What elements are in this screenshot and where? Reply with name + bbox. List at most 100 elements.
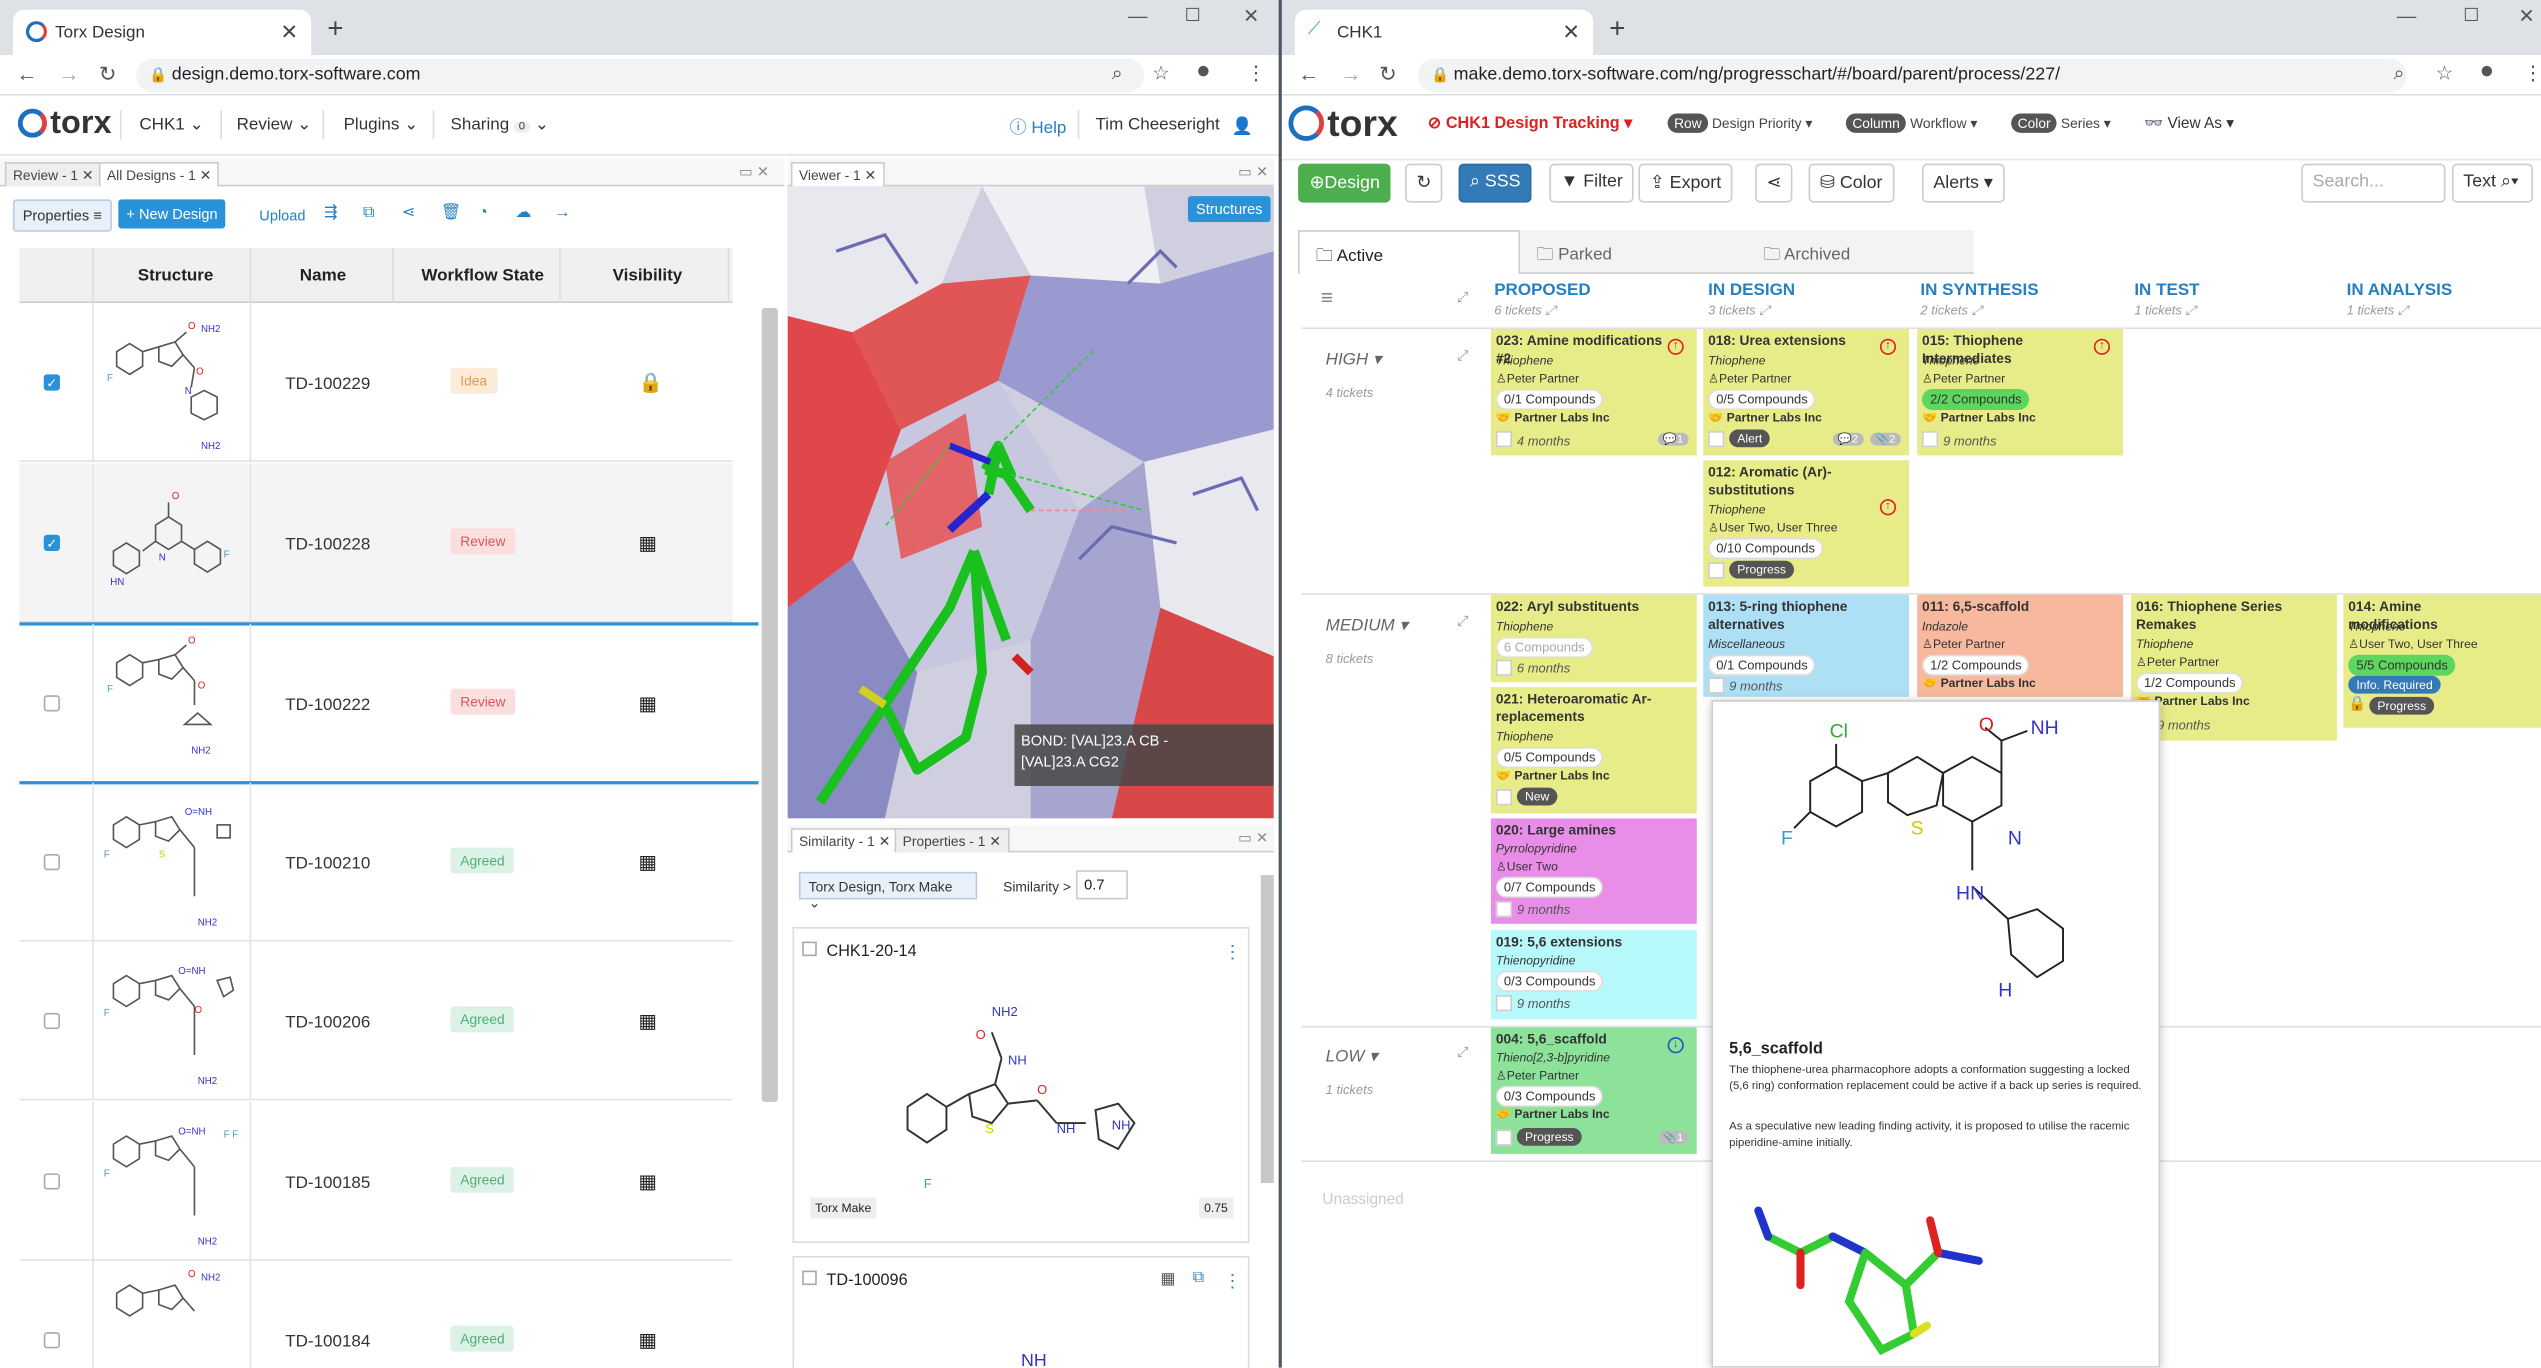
compounds-pill[interactable]: 0/5 Compounds xyxy=(1495,747,1604,769)
ticket-card[interactable]: 023: Amine modifications #2 ↑ Thiophene … xyxy=(1490,328,1697,456)
help-link[interactable]: ⓘ Help xyxy=(1010,115,1067,139)
structure-thumbnail[interactable]: O F N HN xyxy=(92,463,252,623)
compounds-pill[interactable]: 0/10 Compounds xyxy=(1708,538,1824,560)
expand-icon[interactable]: ⤢ xyxy=(1457,288,1469,306)
tab-review[interactable]: Review - 1 ✕ xyxy=(4,162,102,187)
attachment-count[interactable]: 📎2 xyxy=(1870,432,1901,446)
search-input[interactable]: Search... xyxy=(2301,163,2446,203)
card-checkbox[interactable] xyxy=(1495,1129,1513,1146)
compounds-pill[interactable]: 0/1 Compounds xyxy=(1495,388,1604,411)
color-button[interactable]: ⛁ Color xyxy=(1808,163,1894,203)
back-icon[interactable]: ← xyxy=(1298,62,1319,86)
maximize-icon[interactable]: ☐ xyxy=(1185,5,1201,25)
reload-icon[interactable]: ↻ xyxy=(99,62,117,88)
alerts-button[interactable]: Alerts ▾ xyxy=(1922,163,2005,203)
card-checkbox[interactable] xyxy=(1495,995,1513,1012)
design-name[interactable]: TD-100222 xyxy=(285,695,370,714)
minimize-icon[interactable]: — xyxy=(1128,5,1147,28)
tab-active[interactable]: 🗀 Active xyxy=(1298,230,1521,274)
history-icon[interactable]: ◔ xyxy=(478,204,488,222)
row-checkbox[interactable] xyxy=(43,854,60,871)
card-checkbox[interactable] xyxy=(1495,659,1513,676)
more-options-icon[interactable]: ⋮ xyxy=(1224,942,1242,962)
url-field[interactable]: 🔒 make.demo.torx-software.com/ng/progres… xyxy=(1418,58,2407,93)
similarity-result-card[interactable]: TD-100096 ▦ ⧉ ⋮ NH xyxy=(792,1255,1250,1368)
comment-count[interactable]: 💬1 xyxy=(1657,432,1689,446)
similarity-result-card[interactable]: CHK1-20-14 ⋮ NH2 O NH O NH S F NH Torx Make 0.7… xyxy=(792,926,1250,1244)
close-tab-icon[interactable]: ✕ xyxy=(281,19,299,45)
url-field[interactable]: 🔒 design.demo.torx-software.com xyxy=(136,58,1145,93)
design-name[interactable]: TD-100210 xyxy=(285,854,370,873)
user-avatar-icon[interactable]: 👤 xyxy=(1232,115,1253,136)
row-checkbox[interactable]: ✓ xyxy=(43,534,60,552)
card-checkbox[interactable] xyxy=(1495,901,1513,918)
add-design-button[interactable]: ⊕Design xyxy=(1298,163,1392,203)
ticket-card[interactable]: 011: 6,5-scaffold Indazole ♙Peter Partne… xyxy=(1917,594,2123,697)
menu-review[interactable]: Review ⌄ xyxy=(237,115,312,134)
card-checkbox[interactable] xyxy=(1495,431,1513,448)
row-checkbox[interactable] xyxy=(43,1012,60,1030)
structure-thumbnail[interactable]: O NH2 xyxy=(92,1260,252,1368)
text-search-mode[interactable]: Text ⌕▾ xyxy=(2451,163,2533,203)
compounds-pill[interactable]: 0/7 Compounds xyxy=(1495,876,1604,898)
table-row[interactable]: F O=NH O NH2 TD-100206 Agreed ▦ xyxy=(19,941,733,1101)
structure-thumbnail[interactable]: F O=NH O NH2 xyxy=(92,941,252,1101)
hamburger-icon[interactable]: ≡ xyxy=(1321,285,1333,309)
column-selector[interactable]: Column Workflow ▾ xyxy=(1845,113,1977,133)
grid-scrollbar[interactable] xyxy=(761,307,778,1103)
row-selector[interactable]: Row Design Priority ▾ xyxy=(1667,113,1812,133)
design-name[interactable]: TD-100184 xyxy=(285,1332,370,1351)
similarity-threshold-input[interactable]: 0.7 xyxy=(1076,870,1128,900)
copy-icon[interactable]: ⧉ xyxy=(363,204,375,222)
source-select[interactable]: Torx Design, Torx Make ⌄ xyxy=(798,871,978,911)
compounds-pill[interactable]: 0/1 Compounds xyxy=(1708,654,1816,676)
col-visibility[interactable]: Visibility xyxy=(613,266,683,285)
table-row[interactable]: ✓ O F N HN TD-100228 Review ▦ xyxy=(19,463,733,623)
table-row[interactable]: F O O NH2 TD-100222 Review ▦ xyxy=(19,623,733,783)
profile-icon[interactable]: ● xyxy=(1196,57,1211,85)
browser-menu-icon[interactable]: ⋮ xyxy=(2523,62,2541,85)
attachment-count[interactable]: 📎1 xyxy=(1657,1131,1689,1145)
compounds-pill[interactable]: 0/5 Compounds xyxy=(1708,388,1816,411)
send-icon[interactable]: ⇶ xyxy=(324,204,338,222)
tab-parked[interactable]: 🗀 Parked xyxy=(1520,230,1748,274)
share-button[interactable]: ⋖ xyxy=(1755,163,1793,203)
similarity-scrollbar[interactable] xyxy=(1260,875,1274,1184)
menu-plugins[interactable]: Plugins ⌄ xyxy=(344,115,419,134)
bookmark-star-icon[interactable]: ☆ xyxy=(2436,62,2453,85)
structures-button[interactable]: Structures xyxy=(1187,196,1271,223)
viewer-maximize-icon[interactable]: ▭ ✕ xyxy=(1238,164,1268,182)
new-design-button[interactable]: + New Design xyxy=(118,199,226,229)
card-checkbox[interactable] xyxy=(1922,431,1939,448)
color-selector[interactable]: Color Series ▾ xyxy=(2011,113,2111,133)
delete-icon[interactable]: 🗑 xyxy=(441,204,462,222)
export-button[interactable]: ⇪ Export xyxy=(1638,163,1733,203)
new-tab-icon[interactable]: + xyxy=(1609,13,1625,45)
design-name[interactable]: TD-100185 xyxy=(285,1173,370,1192)
maximize-icon[interactable]: ☐ xyxy=(2463,5,2479,25)
forward-icon[interactable]: → xyxy=(58,62,79,86)
expand-icon[interactable]: ⤢ xyxy=(1457,347,1469,365)
filter-button[interactable]: ▼ Filter xyxy=(1549,163,1635,203)
ticket-card[interactable]: 014: Amine modifications Thiophene ♙User… xyxy=(2343,594,2541,728)
reload-icon[interactable]: ↻ xyxy=(1379,62,1397,88)
bookmark-star-icon[interactable]: ☆ xyxy=(1152,62,1169,85)
more-options-icon[interactable]: ⋮ xyxy=(1224,1271,1242,1291)
table-row[interactable]: ✓ F O NH2 O N NH2 TD-100229 Idea 🔒 xyxy=(19,303,733,462)
compounds-pill[interactable]: 5/5 Compounds xyxy=(2348,654,2456,676)
torx-logo[interactable]: torx xyxy=(17,105,111,142)
card-checkbox[interactable] xyxy=(1708,431,1725,448)
ticket-card[interactable]: 018: Urea extensions ↑ Thiophene ♙Peter … xyxy=(1703,328,1910,456)
table-row[interactable]: O NH2 TD-100184 Agreed ▦ xyxy=(19,1260,732,1368)
ticket-card[interactable]: 012: Aromatic (Ar)-substitutions ↑ Thiop… xyxy=(1703,460,1910,587)
row-checkbox[interactable]: ✓ xyxy=(43,374,60,391)
menu-sharing[interactable]: Sharing 0 ⌄ xyxy=(451,115,549,134)
row-checkbox[interactable] xyxy=(43,1173,60,1190)
menu-chk1[interactable]: CHK1 ⌄ xyxy=(139,115,203,134)
ticket-card[interactable]: 021: Heteroaromatic Ar-replacements Thio… xyxy=(1490,687,1697,814)
tab-archived[interactable]: 🗀 Archived xyxy=(1747,230,1974,274)
structure-thumbnail[interactable]: F O=NH F F NH2 xyxy=(92,1102,252,1261)
comment-count[interactable]: 💬2 xyxy=(1832,432,1864,446)
back-icon[interactable]: ← xyxy=(16,62,37,86)
torx-logo[interactable]: torx xyxy=(1288,102,1398,146)
